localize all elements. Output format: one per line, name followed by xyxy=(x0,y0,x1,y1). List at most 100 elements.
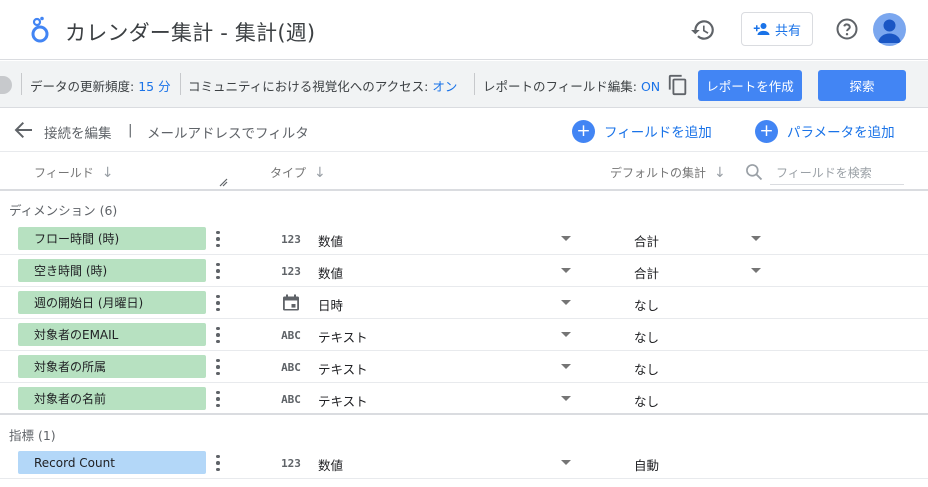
number-type-icon: 123 xyxy=(281,232,301,246)
type-label: テキスト xyxy=(318,362,368,377)
sort-arrow-icon: ↓ xyxy=(314,164,326,181)
share-label: 共有 xyxy=(774,23,801,39)
calendar-icon xyxy=(283,294,299,311)
aggregation-label: 合計 xyxy=(634,266,660,281)
aggregation-dropdown-caret-icon[interactable] xyxy=(751,268,761,273)
more-options-icon[interactable] xyxy=(212,452,224,474)
more-options-icon[interactable] xyxy=(212,228,224,250)
avatar-icon xyxy=(878,19,901,43)
filter-by-email-link[interactable]: メールアドレスでフィルタ xyxy=(147,122,309,142)
back-arrow-icon[interactable] xyxy=(13,121,33,139)
table-row: 対象者の名前 ABC テキスト なし xyxy=(0,383,928,415)
avatar[interactable] xyxy=(873,13,906,46)
data-freshness: データの更新頻度: 15 分 xyxy=(30,76,171,95)
share-button[interactable]: 共有 xyxy=(741,12,813,46)
aggregation-label: 自動 xyxy=(634,458,660,473)
toolbar-divider xyxy=(474,73,475,95)
type-label: 数値 xyxy=(318,266,344,281)
field-column-label: フィールド xyxy=(34,166,94,180)
type-label: テキスト xyxy=(318,394,368,409)
collapse-toggle[interactable] xyxy=(0,76,12,94)
data-source-toolbar: データの更新頻度: 15 分 コミュニティにおける視覚化へのアクセス: オン レ… xyxy=(0,61,928,108)
type-dropdown-caret-icon[interactable] xyxy=(561,236,571,241)
search-icon xyxy=(746,164,763,181)
number-type-icon: 123 xyxy=(281,456,301,470)
text-type-icon: ABC xyxy=(281,392,301,406)
number-type-icon: 123 xyxy=(281,264,301,278)
table-row: 対象者のEMAIL ABC テキスト なし xyxy=(0,319,928,351)
dimensions-section-title: ディメンション (6) xyxy=(9,203,118,218)
metrics-section-title: 指標 (1) xyxy=(9,428,56,443)
add-person-icon xyxy=(753,23,770,35)
explore-button[interactable]: 探索 xyxy=(818,70,906,101)
app-header: カレンダー集計 - 集計(週) 共有 xyxy=(0,0,928,60)
type-dropdown-caret-icon[interactable] xyxy=(561,460,571,465)
freshness-label: データの更新頻度: xyxy=(30,79,135,94)
type-dropdown-caret-icon[interactable] xyxy=(561,396,571,401)
type-dropdown-caret-icon[interactable] xyxy=(561,364,571,369)
type-label: 日時 xyxy=(318,298,344,313)
more-options-icon[interactable] xyxy=(212,292,224,314)
dimension-chip[interactable]: 対象者の名前 xyxy=(18,387,206,410)
toolbar-divider xyxy=(180,73,181,95)
field-column-header[interactable]: フィールド ↓ xyxy=(34,164,114,181)
aggregation-label: 合計 xyxy=(634,234,660,249)
more-options-icon[interactable] xyxy=(212,388,224,410)
type-column-header[interactable]: タイプ ↓ xyxy=(270,164,326,181)
dimension-chip[interactable]: フロー時間 (時) xyxy=(18,227,206,250)
history-icon[interactable] xyxy=(690,17,716,43)
report-field-edit: レポートのフィールド編集: ON xyxy=(483,76,660,95)
toolbar-divider xyxy=(21,73,22,95)
metric-chip[interactable]: Record Count xyxy=(18,451,206,474)
type-column-label: タイプ xyxy=(270,166,307,180)
plus-icon: + xyxy=(755,119,778,143)
resize-handle-icon[interactable] xyxy=(219,178,228,187)
more-options-icon[interactable] xyxy=(212,356,224,378)
field-edit-value-link[interactable]: ON xyxy=(641,79,660,94)
aggregation-label: なし xyxy=(634,298,660,313)
aggregation-column-header[interactable]: デフォルトの集計 ↓ xyxy=(610,164,726,181)
subbar-divider: | xyxy=(128,122,133,138)
community-access: コミュニティにおける視覚化へのアクセス: オン xyxy=(188,76,457,95)
fields-table-header: フィールド ↓ タイプ ↓ デフォルトの集計 ↓ xyxy=(0,151,928,191)
aggregation-label: なし xyxy=(634,362,660,377)
dimension-chip[interactable]: 対象者のEMAIL xyxy=(18,323,206,346)
dimension-chip[interactable]: 週の開始日 (月曜日) xyxy=(18,291,206,314)
add-parameter-label: パラメータを追加 xyxy=(787,125,895,141)
table-row: 週の開始日 (月曜日) 日時 なし xyxy=(0,287,928,319)
dimension-chip[interactable]: 対象者の所属 xyxy=(18,355,206,378)
table-row: 空き時間 (時) 123 数値 合計 xyxy=(0,255,928,287)
aggregation-label: なし xyxy=(634,394,660,409)
help-icon[interactable] xyxy=(835,17,859,41)
add-field-label: フィールドを追加 xyxy=(604,125,712,141)
text-type-icon: ABC xyxy=(281,360,301,374)
community-label: コミュニティにおける視覚化へのアクセス: xyxy=(188,79,429,94)
type-label: テキスト xyxy=(318,330,368,345)
field-edit-label: レポートのフィールド編集: xyxy=(483,79,637,94)
type-label: 数値 xyxy=(318,234,344,249)
aggregation-column-label: デフォルトの集計 xyxy=(610,166,707,180)
freshness-value-link[interactable]: 15 分 xyxy=(138,79,170,94)
edit-connection-link[interactable]: 接続を編集 xyxy=(44,122,112,142)
type-dropdown-caret-icon[interactable] xyxy=(561,300,571,305)
add-field-button[interactable]: + フィールドを追加 xyxy=(572,118,712,144)
copy-icon[interactable] xyxy=(667,74,689,96)
type-dropdown-caret-icon[interactable] xyxy=(561,332,571,337)
field-search-input[interactable] xyxy=(770,161,904,185)
sort-arrow-icon: ↓ xyxy=(101,164,114,181)
looker-studio-logo-icon xyxy=(31,16,49,43)
more-options-icon[interactable] xyxy=(212,324,224,346)
plus-icon: + xyxy=(572,119,595,143)
page-title: カレンダー集計 - 集計(週) xyxy=(65,21,316,45)
dimension-chip[interactable]: 空き時間 (時) xyxy=(18,259,206,282)
aggregation-dropdown-caret-icon[interactable] xyxy=(751,236,761,241)
type-dropdown-caret-icon[interactable] xyxy=(561,268,571,273)
more-options-icon[interactable] xyxy=(212,260,224,282)
table-row: 対象者の所属 ABC テキスト なし xyxy=(0,351,928,383)
type-label: 数値 xyxy=(318,458,344,473)
community-value-link[interactable]: オン xyxy=(432,79,457,94)
create-report-button[interactable]: レポートを作成 xyxy=(698,70,802,101)
add-parameter-button[interactable]: + パラメータを追加 xyxy=(755,118,895,144)
sort-arrow-icon: ↓ xyxy=(714,164,726,181)
text-type-icon: ABC xyxy=(281,328,301,342)
